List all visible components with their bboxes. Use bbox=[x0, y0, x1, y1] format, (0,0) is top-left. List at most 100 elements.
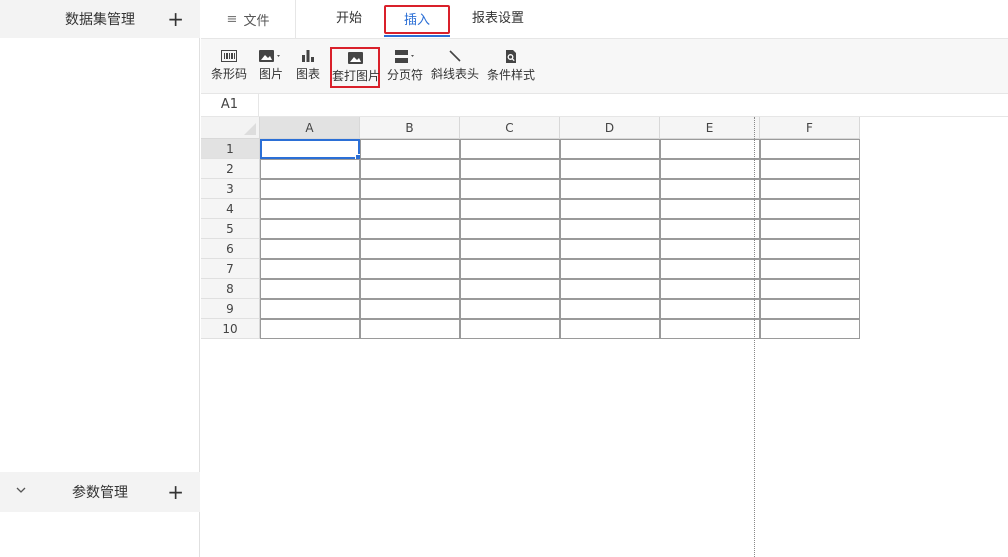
cell-f8[interactable] bbox=[760, 279, 860, 299]
cell-f10[interactable] bbox=[760, 319, 860, 339]
menu-icon: ≡ bbox=[226, 11, 238, 27]
bar-chart-icon bbox=[302, 50, 314, 62]
conditional-style-button[interactable]: 条件样式 bbox=[486, 47, 536, 89]
add-param-button[interactable]: + bbox=[167, 482, 184, 502]
cell-f5[interactable] bbox=[760, 219, 860, 239]
cell-b3[interactable] bbox=[360, 179, 460, 199]
diagonal-line-icon bbox=[449, 50, 461, 62]
cell-f6[interactable] bbox=[760, 239, 860, 259]
cell-c6[interactable] bbox=[460, 239, 560, 259]
column-header-f[interactable]: F bbox=[760, 117, 860, 139]
cell-e1[interactable] bbox=[660, 139, 760, 159]
cell-e9[interactable] bbox=[660, 299, 760, 319]
cell-c1[interactable] bbox=[460, 139, 560, 159]
column-header-a[interactable]: A bbox=[260, 117, 360, 139]
row-header-2[interactable]: 2 bbox=[201, 159, 260, 179]
cell-c3[interactable] bbox=[460, 179, 560, 199]
barcode-icon bbox=[221, 50, 237, 62]
cell-d1[interactable] bbox=[560, 139, 660, 159]
row-header-6[interactable]: 6 bbox=[201, 239, 260, 259]
image-icon bbox=[347, 52, 363, 64]
column-header-d[interactable]: D bbox=[560, 117, 660, 139]
insert-ribbon: 条形码 图片 图表 套打图片 分页符 斜线表头 条件样式 bbox=[201, 39, 1008, 94]
cell-b6[interactable] bbox=[360, 239, 460, 259]
row-header-8[interactable]: 8 bbox=[201, 279, 260, 299]
cell-f7[interactable] bbox=[760, 259, 860, 279]
cell-d9[interactable] bbox=[560, 299, 660, 319]
row-header-1[interactable]: 1 bbox=[201, 139, 260, 159]
tab-report-settings[interactable]: 报表设置 bbox=[472, 0, 524, 38]
cell-f1[interactable] bbox=[760, 139, 860, 159]
cell-d3[interactable] bbox=[560, 179, 660, 199]
cell-e6[interactable] bbox=[660, 239, 760, 259]
barcode-button[interactable]: 条形码 bbox=[210, 47, 248, 89]
add-dataset-button[interactable]: + bbox=[167, 9, 184, 29]
cell-b10[interactable] bbox=[360, 319, 460, 339]
cell-c10[interactable] bbox=[460, 319, 560, 339]
cell-d5[interactable] bbox=[560, 219, 660, 239]
cell-e5[interactable] bbox=[660, 219, 760, 239]
cell-d10[interactable] bbox=[560, 319, 660, 339]
cell-d2[interactable] bbox=[560, 159, 660, 179]
row-header-10[interactable]: 10 bbox=[201, 319, 260, 339]
cell-c5[interactable] bbox=[460, 219, 560, 239]
image-icon bbox=[259, 50, 280, 62]
cell-c4[interactable] bbox=[460, 199, 560, 219]
select-all-corner[interactable] bbox=[201, 117, 260, 139]
row-header-7[interactable]: 7 bbox=[201, 259, 260, 279]
cell-b1[interactable] bbox=[360, 139, 460, 159]
cell-c7[interactable] bbox=[460, 259, 560, 279]
cell-d8[interactable] bbox=[560, 279, 660, 299]
cell-reference-box[interactable]: A1 bbox=[201, 94, 259, 116]
cell-b8[interactable] bbox=[360, 279, 460, 299]
cell-a9[interactable] bbox=[260, 299, 360, 319]
cell-b7[interactable] bbox=[360, 259, 460, 279]
cell-c2[interactable] bbox=[460, 159, 560, 179]
cell-a7[interactable] bbox=[260, 259, 360, 279]
image-button[interactable]: 图片 bbox=[256, 47, 286, 89]
cell-f3[interactable] bbox=[760, 179, 860, 199]
cell-b2[interactable] bbox=[360, 159, 460, 179]
cell-e8[interactable] bbox=[660, 279, 760, 299]
row-header-3[interactable]: 3 bbox=[201, 179, 260, 199]
cell-d4[interactable] bbox=[560, 199, 660, 219]
cell-b4[interactable] bbox=[360, 199, 460, 219]
tab-insert[interactable]: 插入 bbox=[384, 5, 450, 37]
cell-c9[interactable] bbox=[460, 299, 560, 319]
diagonal-header-button[interactable]: 斜线表头 bbox=[430, 47, 480, 89]
cell-a8[interactable] bbox=[260, 279, 360, 299]
cell-f9[interactable] bbox=[760, 299, 860, 319]
cell-a10[interactable] bbox=[260, 319, 360, 339]
file-menu-button[interactable]: ≡ 文件 bbox=[201, 0, 296, 38]
cell-a6[interactable] bbox=[260, 239, 360, 259]
row-header-5[interactable]: 5 bbox=[201, 219, 260, 239]
cell-e3[interactable] bbox=[660, 179, 760, 199]
cell-f4[interactable] bbox=[760, 199, 860, 219]
cell-a2[interactable] bbox=[260, 159, 360, 179]
overprint-image-button[interactable]: 套打图片 bbox=[330, 47, 380, 88]
page-break-line bbox=[754, 117, 755, 557]
param-panel-header: 参数管理 + bbox=[0, 472, 200, 512]
cell-f2[interactable] bbox=[760, 159, 860, 179]
row-header-4[interactable]: 4 bbox=[201, 199, 260, 219]
column-header-e[interactable]: E bbox=[660, 117, 760, 139]
cell-e7[interactable] bbox=[660, 259, 760, 279]
chart-button[interactable]: 图表 bbox=[294, 47, 322, 89]
cell-b5[interactable] bbox=[360, 219, 460, 239]
cell-a1[interactable] bbox=[260, 139, 362, 161]
column-header-c[interactable]: C bbox=[460, 117, 560, 139]
cell-a4[interactable] bbox=[260, 199, 360, 219]
column-header-b[interactable]: B bbox=[360, 117, 460, 139]
cell-d7[interactable] bbox=[560, 259, 660, 279]
page-break-button[interactable]: 分页符 bbox=[386, 47, 424, 89]
cell-e4[interactable] bbox=[660, 199, 760, 219]
tab-start[interactable]: 开始 bbox=[336, 0, 362, 38]
cell-e2[interactable] bbox=[660, 159, 760, 179]
cell-c8[interactable] bbox=[460, 279, 560, 299]
row-header-9[interactable]: 9 bbox=[201, 299, 260, 319]
cell-a3[interactable] bbox=[260, 179, 360, 199]
cell-a5[interactable] bbox=[260, 219, 360, 239]
cell-d6[interactable] bbox=[560, 239, 660, 259]
cell-e10[interactable] bbox=[660, 319, 760, 339]
cell-b9[interactable] bbox=[360, 299, 460, 319]
